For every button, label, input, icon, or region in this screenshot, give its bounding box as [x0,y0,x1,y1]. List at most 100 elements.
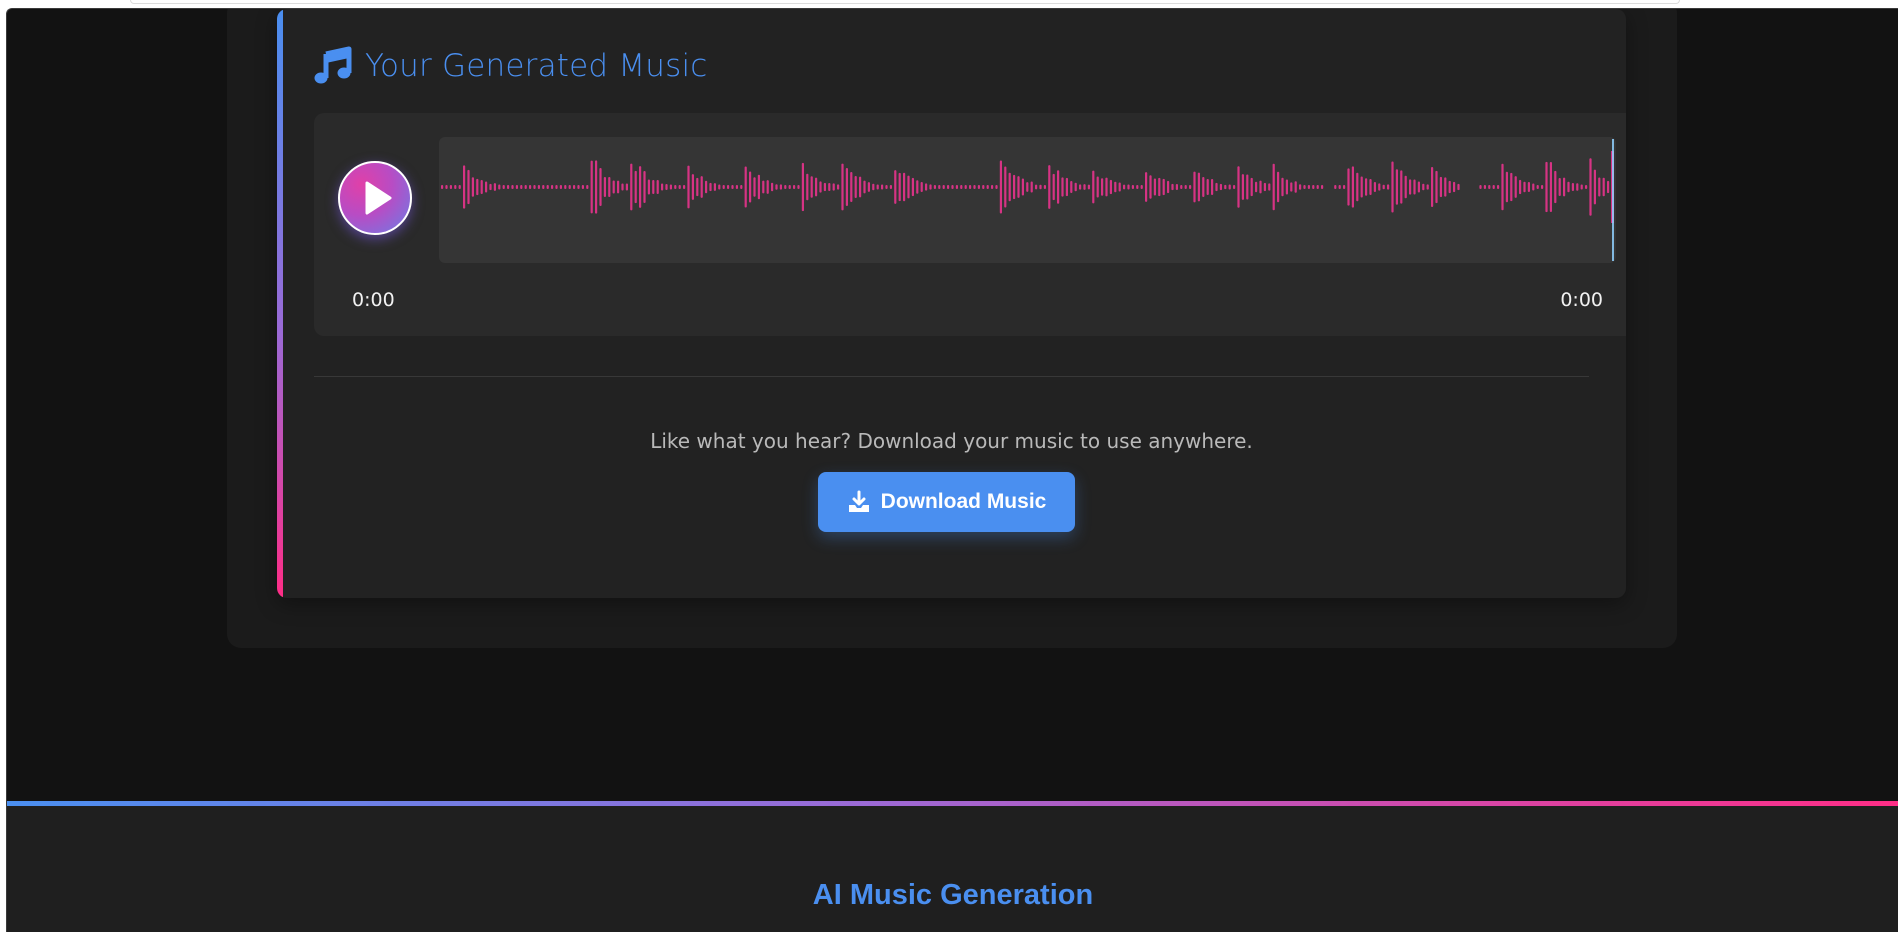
waveform-bar [1307,185,1310,189]
waveform-bar [1351,166,1354,208]
waveform-bar [1593,169,1596,205]
waveform-bar [480,180,483,194]
waveform-bar [1127,184,1130,190]
page-viewport: Your Generated Music 0:00 0:00 Like what… [6,8,1898,932]
waveform-bar [630,163,633,211]
waveform-bar [757,174,760,200]
waveform-bar [1259,180,1262,194]
waveform-bar [806,173,809,201]
waveform-bar [982,185,985,189]
waveform-bar [735,185,738,189]
waveform-bar [1180,185,1183,189]
waveform-bar [815,177,818,197]
waveform-bar [969,185,972,189]
waveform-bar [665,183,668,191]
waveform-bar [1483,185,1486,189]
waveform-bar [599,168,602,206]
waveform-bar [740,185,743,189]
waveform-bar [1338,185,1341,189]
waveform-bar [705,180,708,194]
waveform-bar [1382,184,1385,190]
waveform-bar [1039,184,1042,190]
waveform-bar [832,183,835,191]
waveform-bar [859,176,862,198]
waveform-bar [788,185,791,189]
waveform-bar [1439,176,1442,198]
waveform[interactable] [439,137,1616,263]
waveform-bar [1030,181,1033,193]
waveform-bar [823,182,826,192]
waveform-bar [1004,166,1007,208]
waveform-bar [995,185,998,189]
waveform-bar [863,180,866,194]
waveform-bar [1140,185,1143,189]
playhead-cursor[interactable] [1612,139,1614,261]
waveform-bar [960,185,963,189]
waveform-bar [850,172,853,202]
waveform-bar [911,177,914,197]
waveform-bar [1241,174,1244,200]
waveform-bar [771,182,774,192]
download-button[interactable]: Download Music [818,472,1075,532]
waveform-bar [1219,183,1222,191]
waveform-bar [634,170,637,204]
waveform-bar [991,185,994,189]
waveform-bar [559,185,562,189]
waveform-bar [1035,184,1038,190]
waveform-bar [691,174,694,200]
waveform-bar [713,183,716,191]
waveform-bar [1312,185,1315,189]
waveform-bar [1175,184,1178,190]
play-button[interactable] [338,161,412,235]
waveform-bar [1444,177,1447,197]
waveform-bar [498,184,501,190]
waveform-bar [1118,182,1121,192]
waveform-bar [1492,185,1495,189]
waveform-bar [1347,168,1350,206]
waveform-bar [551,185,554,189]
waveform-bar [1571,182,1574,192]
waveform-bar [722,185,725,189]
waveform-bar [1435,170,1438,204]
waveform-bar [647,179,650,195]
waveform-bar [476,178,479,196]
waveform-bar [898,172,901,202]
waveform-bar [542,185,545,189]
waveform-bar [546,185,549,189]
waveform-bar [973,185,976,189]
waveform-bar [1272,163,1275,211]
waveform-bar [986,185,989,189]
waveform-bar [766,180,769,194]
waveform-bar [881,184,884,190]
waveform-bar [1092,170,1095,204]
waveform-bar [1237,166,1240,208]
waveform-bar [696,177,699,197]
waveform-bar [1079,184,1082,190]
total-time: 0:00 [1560,289,1603,311]
waveform-bar [1479,185,1482,189]
card-accent-bar [277,9,283,598]
waveform-bar [515,185,518,189]
waveform-bar [674,185,677,189]
waveform-bar [889,185,892,189]
waveform-bar [1589,158,1592,216]
waveform-bar [819,181,822,193]
waveform-bar [885,185,888,189]
waveform-bar [1246,174,1249,200]
section-divider [314,376,1589,377]
waveform-bar [876,184,879,190]
waveform-bar [841,163,844,211]
waveform-bar [942,185,945,189]
waveform-bar [907,175,910,199]
waveform-bar [1281,177,1284,197]
waveform-bar [1153,178,1156,196]
waveform-bar [1404,175,1407,199]
waveform-bar [511,185,514,189]
waveform-bar [1114,181,1117,193]
waveform-bar [463,165,466,209]
waveform-bar [1290,182,1293,192]
waveform-bar [529,185,532,189]
waveform-bar [1189,185,1192,189]
waveform-bar [1184,185,1187,189]
waveform-bar [951,185,954,189]
